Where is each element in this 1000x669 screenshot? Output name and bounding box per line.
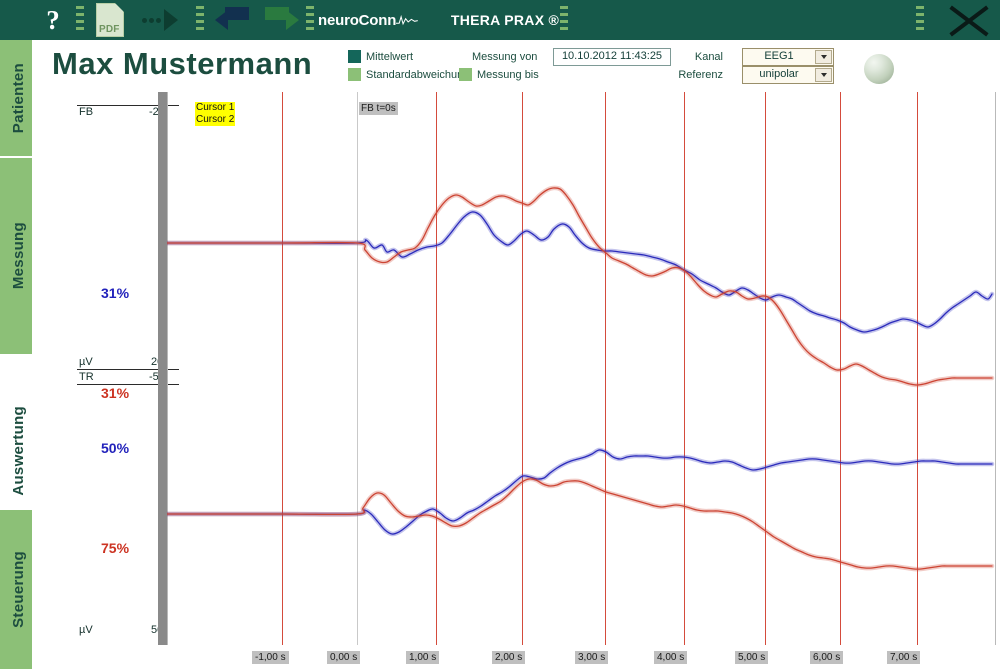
legend-label-mittelwert: Mittelwert — [366, 50, 414, 63]
eeg-trace-svg — [167, 185, 995, 572]
messung-bis-row: Messung bis — [459, 68, 539, 81]
status-sphere-icon[interactable] — [864, 54, 894, 84]
sidebar-item-label: Steuerung — [10, 551, 27, 628]
toolbar-divider-3 — [306, 6, 314, 34]
kanal-label: Kanal — [694, 51, 723, 63]
time-tick-label: 7,00 s — [887, 651, 921, 664]
trace-line — [167, 478, 993, 570]
sidebar-item-label: Messung — [10, 222, 27, 290]
time-tick-label: -1,00 s — [252, 651, 289, 664]
brand-name: neuroConn — [318, 11, 397, 29]
forward-arrow-icon[interactable] — [212, 0, 252, 40]
help-icon-glyph: ? — [46, 4, 60, 35]
messung-von-label: Messung von — [472, 51, 538, 63]
time-tick-label: 4,00 s — [654, 651, 688, 664]
cursor-1-label[interactable]: Cursor 1 — [195, 102, 236, 114]
back-arrow-shape — [265, 7, 299, 33]
upper-axis-name: FB — [79, 106, 94, 118]
legend-label-standardabweichung: Standardabweichung — [366, 68, 470, 81]
toolbar-divider-5 — [916, 6, 924, 34]
trace-line — [167, 211, 993, 333]
messung-bis-label: Messung bis — [477, 68, 539, 81]
legend-swatch-standardabweichung — [348, 68, 361, 81]
next-arrow-shape — [142, 9, 178, 31]
top-toolbar: ? PDF neuroConn THERA PRAX ® — [0, 0, 1000, 40]
eeg-wave-icon — [396, 14, 418, 26]
trace-line — [167, 187, 993, 386]
back-arrow-icon[interactable] — [262, 0, 302, 40]
toolbar-divider-4 — [560, 6, 568, 34]
upper-percent-red: 31% — [101, 385, 130, 401]
referenz-select[interactable]: unipolar — [742, 66, 834, 84]
chevron-down-icon[interactable] — [815, 50, 832, 64]
brand-logo: neuroConn — [318, 0, 418, 40]
trace-band — [167, 209, 995, 335]
product-name: THERA PRAX ® — [450, 12, 560, 28]
trace-band — [167, 447, 995, 537]
legend-swatch-messung-bis — [459, 68, 472, 81]
referenz-value: unipolar — [759, 68, 799, 80]
sidebar: Patienten Messung Auswertung Steuerung — [0, 40, 37, 669]
help-icon[interactable]: ? — [38, 0, 68, 40]
scale-bar[interactable] — [158, 92, 167, 645]
trace-canvas: Cursor 1 Cursor 2 FB t=0s — [167, 92, 1000, 669]
toolbar-divider-2 — [196, 6, 204, 34]
fb-marker-label: FB t=0s — [359, 102, 398, 115]
page-title: Max Mustermann — [52, 46, 313, 81]
legend-item-standardabweichung: Standardabweichung — [348, 68, 469, 81]
messung-von-field[interactable]: 10.10.2012 11:43:25 — [553, 48, 671, 66]
cursor-2-label[interactable]: Cursor 2 — [195, 114, 236, 126]
time-tick-label: 6,00 s — [810, 651, 844, 664]
time-tick-label: 1,00 s — [406, 651, 440, 664]
chevron-down-icon[interactable] — [815, 68, 832, 82]
upper-axis-unit: µV — [79, 356, 93, 368]
time-tick-label: 3,00 s — [575, 651, 609, 664]
pdf-document-shape: PDF — [96, 3, 124, 37]
lower-axis-unit: µV — [79, 624, 93, 636]
trace-band — [167, 476, 995, 572]
forward-arrow-shape — [215, 7, 249, 33]
sidebar-item-label: Auswertung — [10, 406, 27, 496]
time-tick-label: 5,00 s — [735, 651, 769, 664]
next-arrow-icon[interactable] — [132, 0, 188, 40]
time-tick-label: 2,00 s — [492, 651, 526, 664]
kanal-value: EEG1 — [764, 50, 794, 62]
pdf-icon-label: PDF — [99, 24, 120, 35]
legend-item-mittelwert: Mittelwert — [348, 50, 413, 63]
upper-percent-blue: 31% — [101, 285, 130, 301]
lower-percent-blue: 50% — [101, 440, 130, 456]
sidebar-item-label: Patienten — [10, 62, 27, 134]
referenz-label: Referenz — [678, 69, 723, 81]
toolbar-divider — [76, 6, 84, 34]
lower-percent-red: 75% — [101, 540, 130, 556]
chart-area: FB -20 31% 31% µV 20 TR -50 50% 75% µV 5… — [32, 92, 1000, 669]
pdf-export-icon[interactable]: PDF — [92, 0, 128, 40]
lower-axis-name: TR — [79, 371, 94, 383]
kanal-select[interactable]: EEG1 — [742, 48, 834, 66]
time-tick-label: 0,00 s — [327, 651, 361, 664]
close-icon[interactable] — [946, 2, 990, 38]
legend-swatch-mittelwert — [348, 50, 361, 63]
